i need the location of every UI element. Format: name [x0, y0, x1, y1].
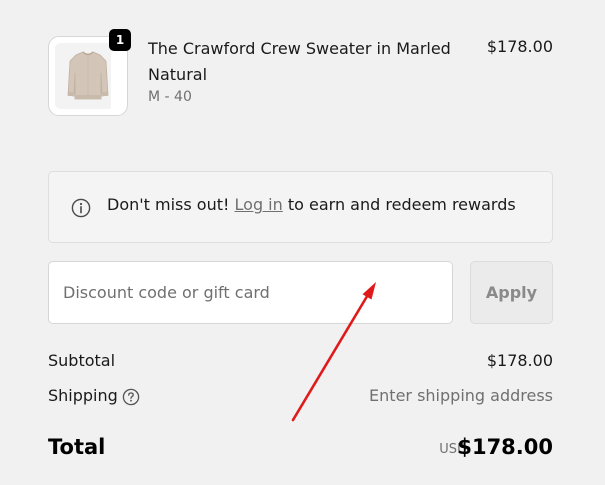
subtotal-value: $178.00 [486, 351, 553, 370]
product-image [55, 43, 121, 109]
quantity-badge: 1 [109, 29, 131, 51]
rewards-text-lead: Don't miss out! [107, 195, 230, 214]
log-in-link[interactable]: Log in [235, 195, 283, 214]
shipping-help-icon[interactable] [122, 388, 140, 406]
rewards-text-trail: to earn and redeem rewards [287, 195, 516, 214]
product-title: The Crawford Crew Sweater in Marled Natu… [148, 39, 451, 84]
total-value: $178.00 [457, 435, 553, 459]
info-icon [71, 198, 91, 218]
total-label: Total [48, 435, 106, 459]
shipping-label: Shipping [48, 386, 118, 405]
subtotal-label: Subtotal [48, 351, 116, 370]
sweater-image [55, 43, 121, 109]
discount-code-input[interactable] [48, 261, 453, 324]
rewards-banner: Don't miss out! Log in to earn and redee… [48, 171, 553, 243]
rewards-message: Don't miss out! Log in to earn and redee… [107, 194, 516, 216]
order-summary: 1 The Crawford Crew Sweater in Marled Na… [0, 0, 605, 485]
product-price: $178.00 [486, 37, 553, 56]
shipping-value: Enter shipping address [369, 386, 553, 405]
product-variant: M - 40 [148, 89, 192, 105]
apply-discount-button[interactable]: Apply [470, 261, 553, 324]
cart-line-item: 1 The Crawford Crew Sweater in Marled Na… [48, 29, 553, 118]
